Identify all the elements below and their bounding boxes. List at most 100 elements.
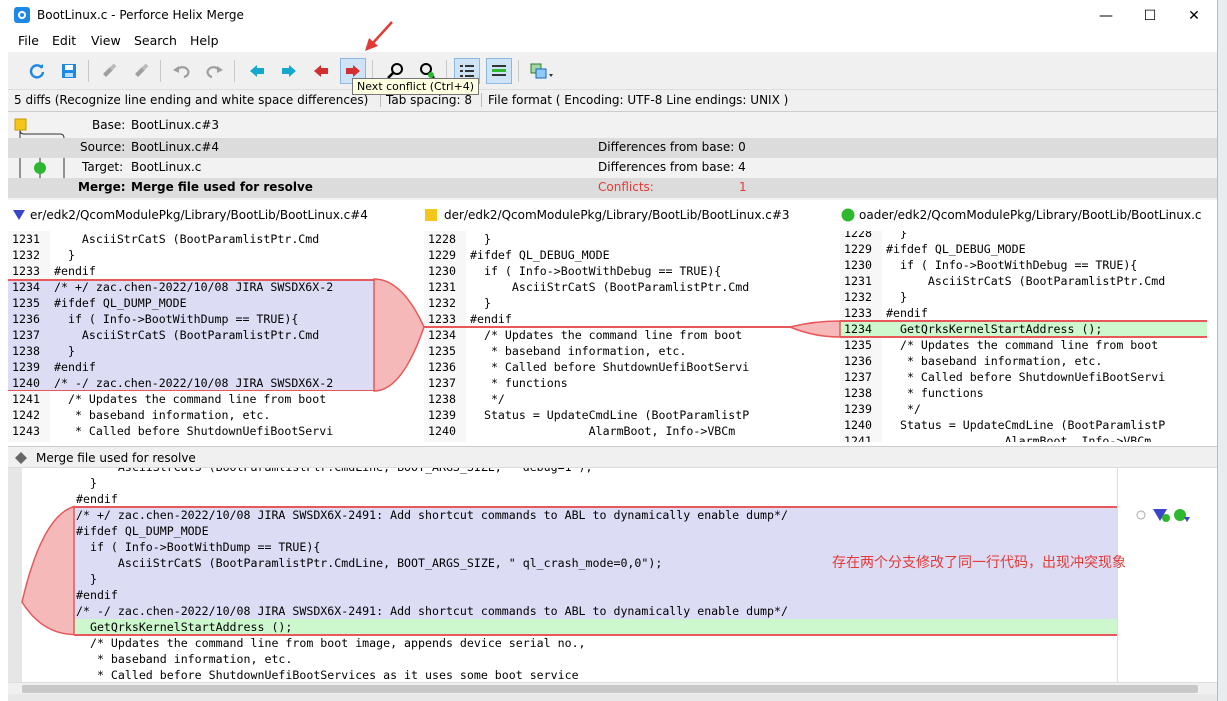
previous-diff-button[interactable] <box>244 58 270 84</box>
layout-dropdown-button[interactable] <box>526 58 558 84</box>
arrow-left-icon <box>250 65 264 77</box>
merge-code-line: if ( Info->BootWithDump == TRUE){ <box>76 540 321 554</box>
code-line: } <box>54 344 75 358</box>
minimize-button[interactable]: — <box>1083 0 1129 31</box>
bottom-strip <box>8 694 1217 701</box>
merge-code-line: /* Updates the command line from boot im… <box>76 636 586 650</box>
accept-source-button[interactable] <box>96 58 122 84</box>
merge-code-line: /* -/ zac.chen-2022/10/08 JIRA SWSDX6X-2… <box>76 604 788 618</box>
merge-code-line: #endif <box>76 588 118 602</box>
title-bar: BootLinux.c - Perforce Helix Merge — ☐ ✕ <box>0 0 1217 31</box>
line-number: 1230 <box>844 258 872 272</box>
target-circle-icon <box>841 208 855 222</box>
merge-code-line: * baseband information, etc. <box>76 652 293 666</box>
target-row[interactable]: Target: BootLinux.c Differences from bas… <box>8 158 1217 178</box>
scroll-thumb[interactable] <box>22 685 1198 693</box>
line-number: 1231 <box>844 274 872 288</box>
code-line: } <box>886 290 907 304</box>
source-label: Source: <box>80 140 126 154</box>
background-window-edge <box>1217 0 1227 701</box>
arrow-left-icon <box>314 65 328 77</box>
code-line: * functions <box>886 386 984 400</box>
line-number: 1232 <box>844 290 872 304</box>
line-number: 1228 <box>844 231 872 240</box>
undo-button[interactable] <box>168 58 194 84</box>
base-file: BootLinux.c#3 <box>131 118 220 132</box>
conflicts-count: 1 <box>739 180 747 194</box>
menu-help[interactable]: Help <box>190 33 219 48</box>
line-number: 1236 <box>844 354 872 368</box>
menu-search[interactable]: Search <box>134 33 177 48</box>
code-line: * Called before ShutdownUefiBootServi <box>54 424 334 438</box>
base-square-icon <box>425 209 437 221</box>
accept-target-button[interactable] <box>128 58 154 84</box>
line-number: 1239 <box>844 402 872 416</box>
merge-code-line: #endif <box>76 492 118 506</box>
code-line: AsciiStrCatS (BootParamlistPtr.Cmd <box>54 328 320 342</box>
code-line: #endif <box>54 360 96 374</box>
redo-button[interactable] <box>202 58 228 84</box>
horizontal-scrollbar[interactable] <box>8 682 1217 694</box>
line-number: 1234 <box>844 322 872 336</box>
diff-highlight-toggle[interactable] <box>486 58 512 84</box>
arrow-right-icon <box>282 65 296 77</box>
brush-icon <box>135 63 149 77</box>
target-diff-count: Differences from base: 4 <box>598 160 746 174</box>
menu-view[interactable]: View <box>91 33 121 48</box>
code-line: AsciiStrCatS (BootParamlistPtr.Cmd <box>886 274 1166 288</box>
source-pane-header: er/edk2/QcomModulePkg/Library/BootLib/Bo… <box>8 204 418 228</box>
code-line: * Called before ShutdownUefiBootServi <box>886 370 1166 384</box>
undo-icon <box>173 66 190 79</box>
line-number: 1233 <box>844 306 872 320</box>
code-line: #ifdef QL_DUMP_MODE <box>54 296 187 310</box>
code-line: } <box>886 231 907 240</box>
save-button[interactable] <box>56 58 82 84</box>
file-format: File format ( Encoding: UTF-8 Line endin… <box>481 93 788 107</box>
merge-code-line: /* +/ zac.chen-2022/10/08 JIRA SWSDX6X-2… <box>76 508 788 522</box>
conflicts-label: Conflicts: <box>598 180 654 194</box>
target-pane[interactable]: 1228 } 1229 #ifdef QL_DEBUG_MODE 1230 if ( … <box>840 231 1207 442</box>
line-number: 1235 <box>844 338 872 352</box>
merge-row[interactable]: Merge: Merge file used for resolve Confl… <box>8 178 1217 198</box>
code-line: Status = UpdateCmdLine (BootParamlistP <box>886 418 1166 432</box>
code-line: #ifdef QL_DEBUG_MODE <box>886 242 1026 256</box>
line-number: 1235 <box>12 296 40 310</box>
code-line: * baseband information, etc. <box>54 408 271 422</box>
refresh-button[interactable] <box>24 58 50 84</box>
menu-file[interactable]: File <box>18 33 39 48</box>
code-line: #endif <box>54 264 96 278</box>
code-line: if ( Info->BootWithDump == TRUE){ <box>54 312 299 326</box>
maximize-button[interactable]: ☐ <box>1127 0 1173 31</box>
code-line: */ <box>886 402 921 416</box>
line-number: 1239 <box>12 360 40 374</box>
line-number: 1233 <box>12 264 40 278</box>
diff-connector-graphic <box>373 278 841 392</box>
file-info-panel: Base: BootLinux.c#3 Source: BootLinux.c#… <box>8 112 1217 200</box>
choose-source-icon[interactable] <box>1151 506 1171 524</box>
line-number: 1241 <box>12 392 40 406</box>
merge-code-line: AsciiStrCatS (BootParamlistPtr.CmdLine, … <box>76 468 593 475</box>
line-number: 1234 <box>12 280 40 294</box>
target-label: Target: <box>82 160 124 174</box>
target-pane-header: oader/edk2/QcomModulePkg/Library/BootLib… <box>833 204 1207 228</box>
toolbar: Next conflict (Ctrl+4) <box>8 52 1217 95</box>
merge-code-line: } <box>76 476 97 490</box>
redo-icon <box>206 66 223 79</box>
merge-result-pane[interactable]: AsciiStrCatS (BootParamlistPtr.CmdLine, … <box>8 468 1217 682</box>
previous-conflict-button[interactable] <box>308 58 334 84</box>
base-path: der/edk2/QcomModulePkg/Library/BootLib/B… <box>444 208 790 222</box>
source-row[interactable]: Source: BootLinux.c#4 Differences from b… <box>8 138 1217 158</box>
merge-label: Merge: <box>78 180 126 194</box>
next-diff-button[interactable] <box>276 58 302 84</box>
source-pane[interactable]: 1231 AsciiStrCatS (BootParamlistPtr.Cmd 1… <box>8 231 374 442</box>
close-button[interactable]: ✕ <box>1171 0 1217 31</box>
next-conflict-tooltip: Next conflict (Ctrl+4) <box>352 78 480 95</box>
code-line: /* -/ zac.chen-2022/10/08 JIRA SWSDX6X-2 <box>54 376 334 390</box>
line-number: 1236 <box>12 312 40 326</box>
choose-target-icon[interactable] <box>1171 506 1191 524</box>
merge-pane-header: Merge file used for resolve <box>8 446 1217 468</box>
menu-edit[interactable]: Edit <box>52 33 76 48</box>
merge-file: Merge file used for resolve <box>131 180 313 194</box>
line-number: 1243 <box>12 424 40 438</box>
merge-code-line: } <box>76 572 97 586</box>
